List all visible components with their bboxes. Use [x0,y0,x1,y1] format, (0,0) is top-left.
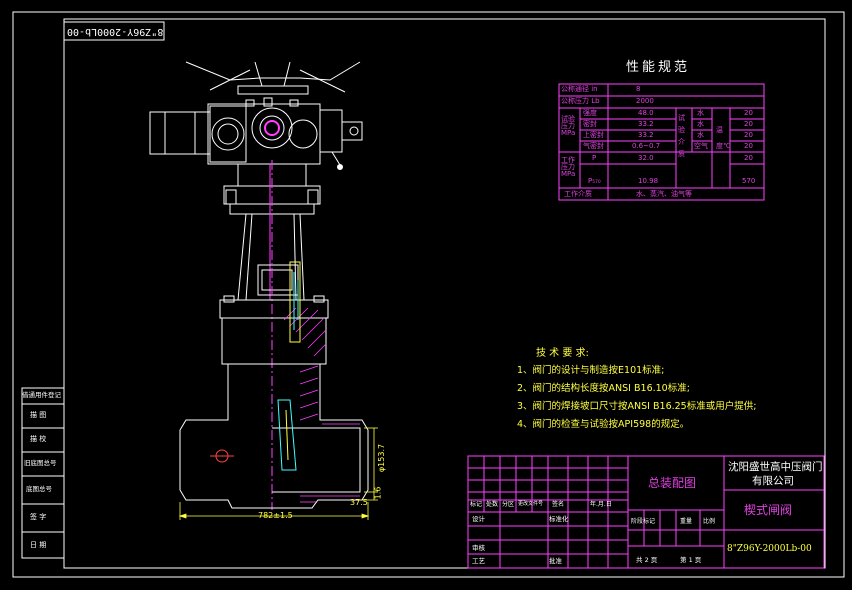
tb-row-label: 设计 [472,515,485,523]
test-row-value: 48.0 [638,109,654,117]
tech-title: 技 术 要 求: [536,348,589,359]
tb-row-label: 标准化 [549,515,569,523]
work-row-value: 10.98 [638,177,659,185]
perf-row-value: 2000 [636,97,654,105]
tb-header-label: 年.月.日 [590,501,612,508]
valve-actuator [149,61,363,170]
perf-title: 性能规范 [626,60,691,75]
test-row-label: 气密封 [583,142,604,150]
tech-req: 1、阀门的设计与制造按E101标准; [517,365,665,376]
medium-label: 工作介质 [564,190,592,198]
side-label: 底图总号 [26,485,52,493]
tb-header-label: 签名 [552,501,565,508]
company-line1: 沈阳盛世高中压阀门 [728,461,823,473]
test-medium-value: 空气 [694,142,708,150]
stage-label: 比例 [703,518,716,525]
work-pressure-label: 工作压力MPa [561,156,576,178]
dimensions [178,427,378,520]
temp-label: 温度℃ [716,126,731,150]
side-label: 旧底图总号 [24,459,57,467]
tech-req: 4、阀门的检查与试验按API598的规定。 [517,419,690,430]
test-medium-value: 水 [697,120,704,128]
side-label: 签 字 [30,513,47,521]
product-name: 楔式闸阀 [744,503,793,517]
tb-row-label: 工艺 [472,557,485,565]
valve-bonnet [219,261,329,365]
test-medium-label: 试验介质 [678,114,685,158]
test-medium-value: 水 [697,131,704,139]
tb-row-label: 批准 [549,557,562,565]
dim-d2: 37.5 [350,498,368,507]
medium-value: 水、蒸汽、油气等 [636,190,692,198]
temp-value: 570 [742,177,756,185]
valve-body [179,363,369,509]
tb-header-label: 分区 [502,501,515,508]
test-medium-value: 水 [697,109,704,117]
perf-row-label: 公称通径 in [561,85,598,93]
dim-d1: 1.6 [373,486,383,500]
tech-req: 2、阀门的结构长度按ANSI B16.10标准; [517,383,690,394]
rev-code-label: 8"Z96Y-2000Lb-00 [67,26,164,37]
side-label: 借通用件登记 [22,391,61,399]
test-row-label: 密封 [583,120,597,128]
drawing-canvas: 8"Z96Y-2000Lb-00 性能规范 公称通径 in 8 公称压力 Lb … [0,0,852,590]
test-row-value: 0.6~0.7 [632,142,661,150]
dim-bore: φ153.7 [377,443,387,473]
tb-header-label: 处数 [486,501,499,508]
stage-label: 阶段标记 [631,518,656,525]
side-label: 描 图 [30,411,47,419]
temp-value: 20 [744,142,753,150]
temp-value: 20 [744,120,753,128]
dim-length: 782±1.5 [258,511,293,520]
assembly-label: 总装配图 [648,476,697,490]
company-line2: 有限公司 [752,475,794,487]
work-row-label: P [592,154,597,162]
tb-row-label: 审核 [472,544,485,552]
page-number: 第 1 页 [680,556,702,564]
valve-yoke [223,160,321,510]
tb-header-label: 标记 [470,501,483,508]
temp-value: 20 [744,154,753,162]
temp-value: 20 [744,109,753,117]
side-label: 描 校 [30,435,47,443]
work-row-label: P₅₇₀ [588,177,601,185]
perf-row-label: 公称压力 Lb [561,97,600,105]
test-row-label: 强度 [583,109,597,117]
work-row-value: 32.0 [638,154,654,162]
inner-frame [63,18,826,569]
sheet-count: 共 2 页 [636,556,658,564]
perf-row-value: 8 [636,85,641,93]
test-row-value: 33.2 [638,120,654,128]
test-row-value: 33.2 [638,131,654,139]
tech-req: 3、阀门的焊接坡口尺寸按ANSI B16.25标准或用户提供; [517,401,757,412]
stage-label: 重量 [680,518,693,525]
test-pressure-label: 试验压力MPa [561,115,576,137]
tb-header-label: 更改文件号 [518,501,544,507]
temp-value: 20 [744,131,753,139]
side-label: 日 期 [30,541,47,549]
cad-drawing [12,11,845,578]
outer-frame [12,11,845,578]
test-row-label: 上密封 [583,131,604,139]
drawing-number: 8"Z96Y-2000Lb-00 [727,544,812,554]
